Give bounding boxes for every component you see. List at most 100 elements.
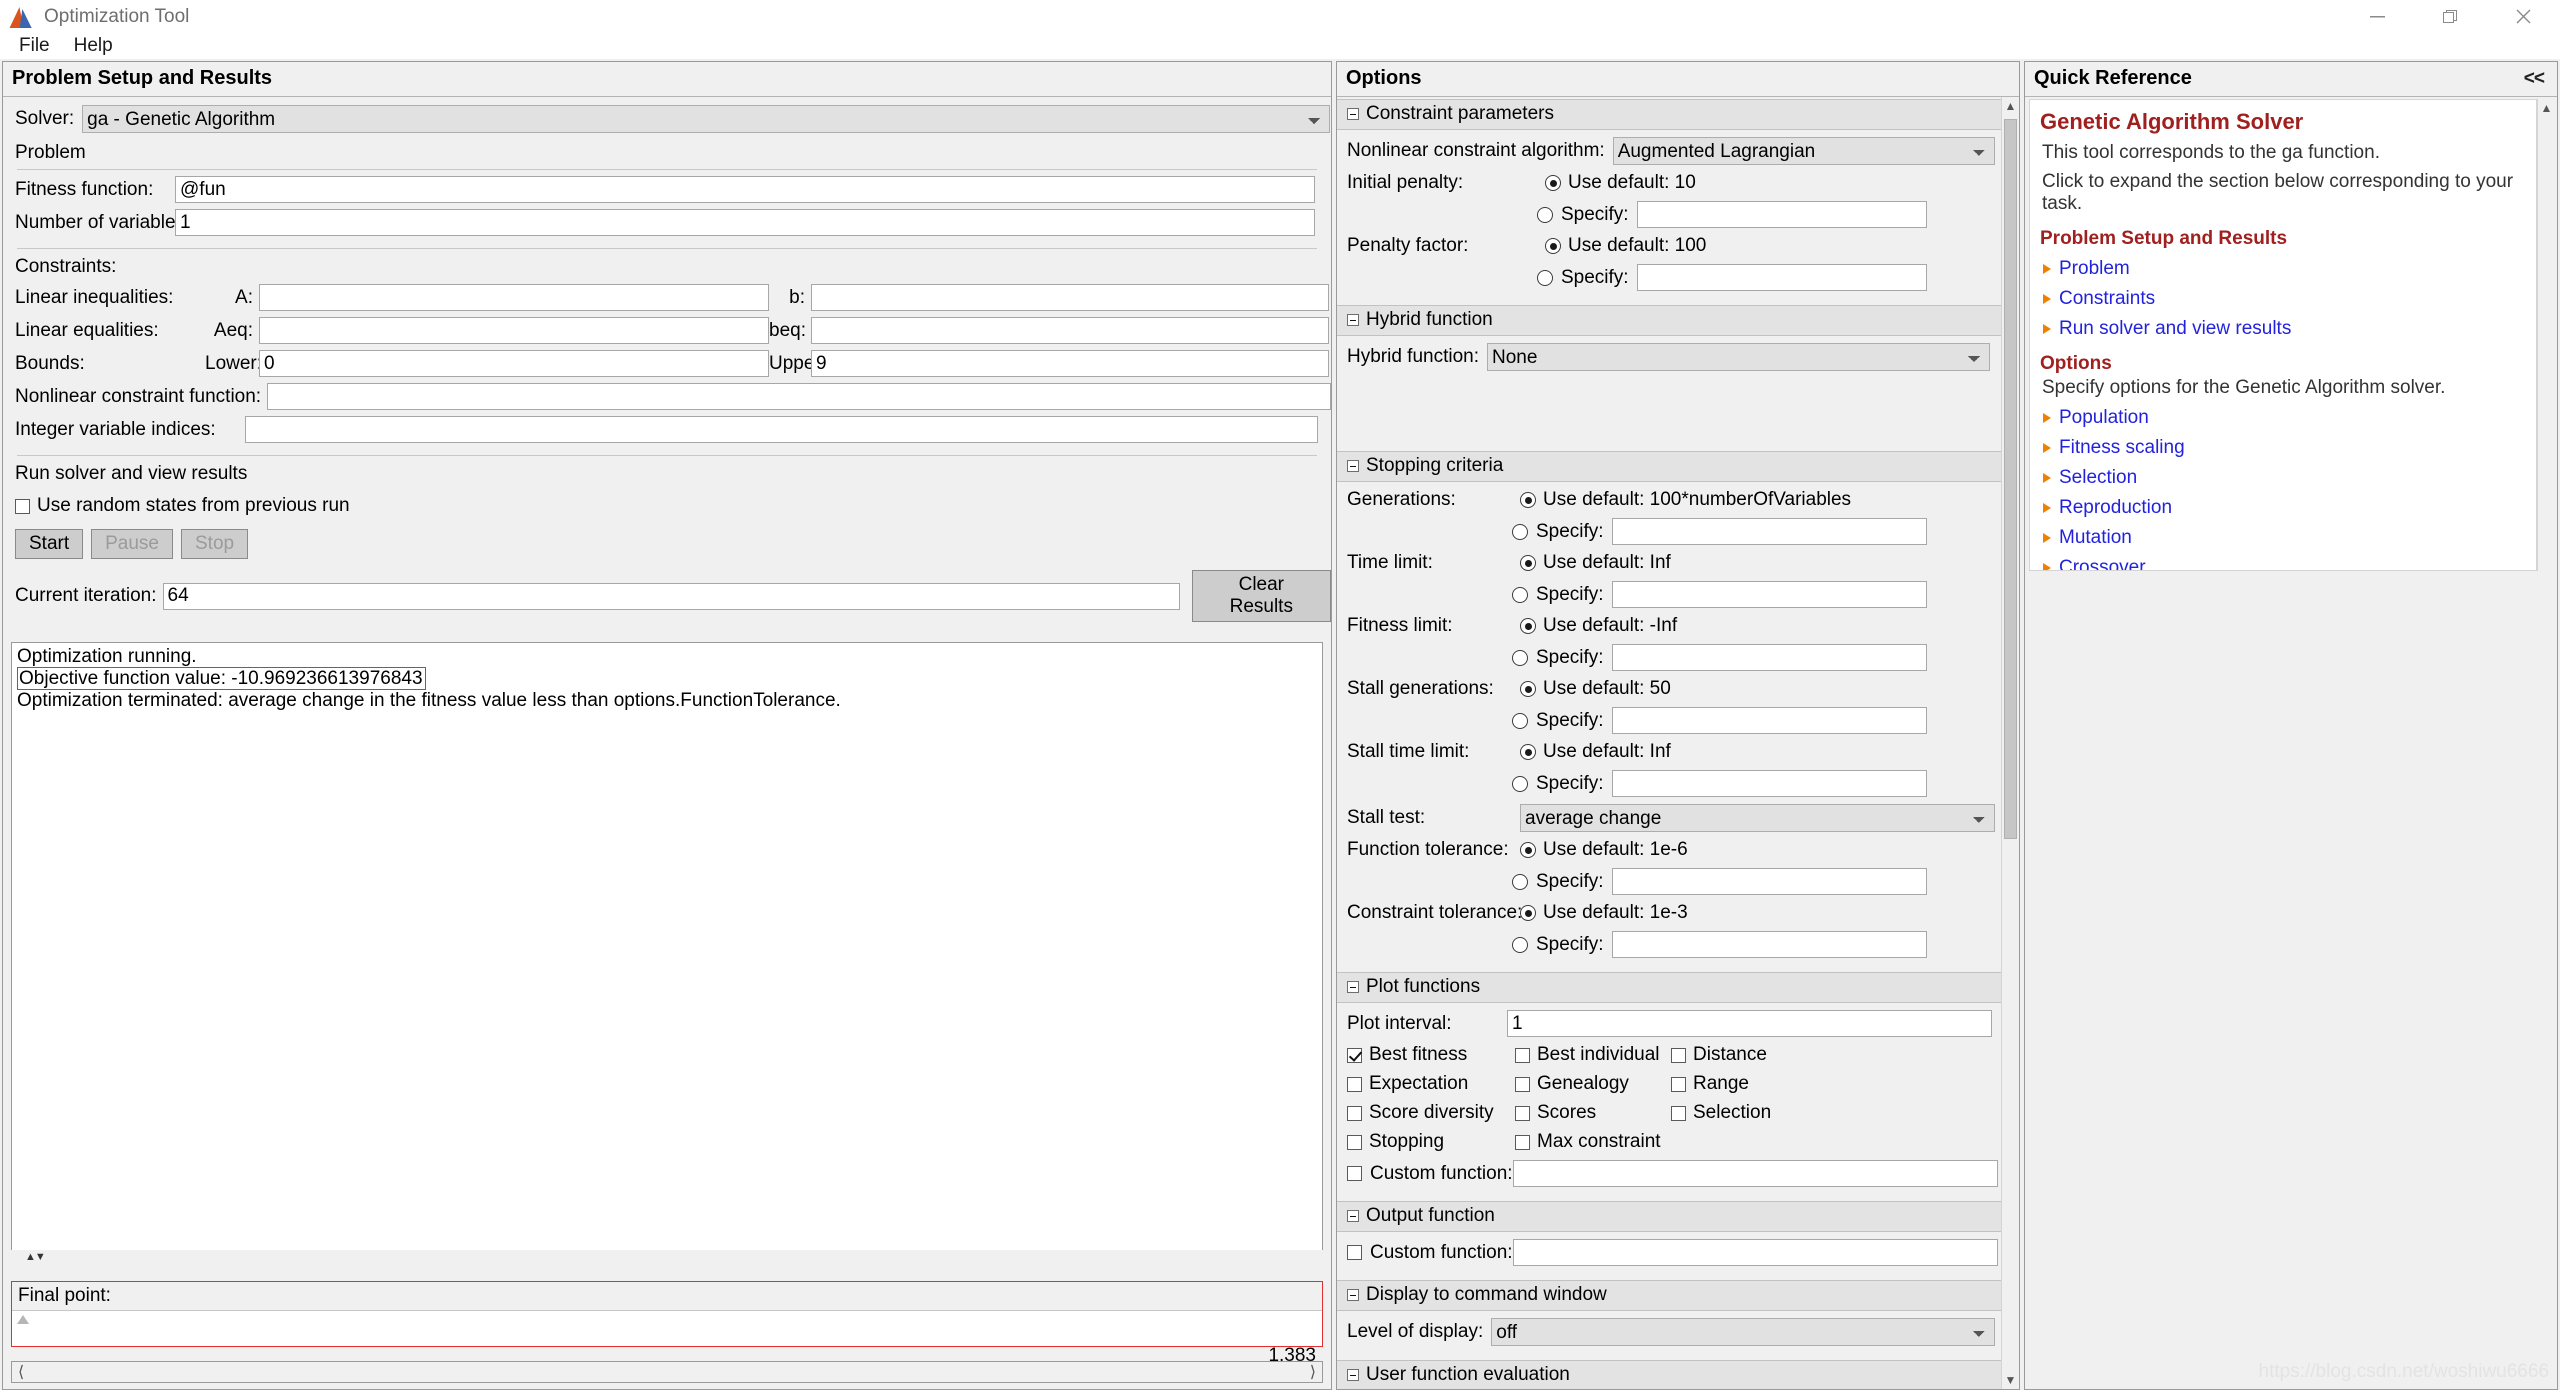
- qr-link-problem[interactable]: Problem: [2043, 258, 2536, 280]
- section-display-command-window[interactable]: Display to command window: [1337, 1280, 2001, 1311]
- range-checkbox[interactable]: [1671, 1076, 1686, 1092]
- nonlinear-constraint-algorithm-select[interactable]: Augmented Lagrangian: [1612, 137, 1995, 165]
- plot-custom-function-input[interactable]: [1513, 1160, 1998, 1187]
- initial-penalty-specify-input[interactable]: [1636, 201, 1927, 228]
- constraint-tolerance-default-radio-group[interactable]: Use default: 1e-3: [1520, 902, 1688, 924]
- distance-checkbox[interactable]: [1671, 1047, 1686, 1063]
- minimize-icon[interactable]: [2341, 0, 2414, 33]
- section-output-function[interactable]: Output function: [1337, 1201, 2001, 1232]
- initial-penalty-specify-radio[interactable]: [1537, 206, 1553, 223]
- qr-link-crossover[interactable]: Crossover: [2043, 557, 2536, 570]
- stall-time-limit-specify-radio[interactable]: [1512, 775, 1528, 792]
- penalty-factor-specify-input[interactable]: [1636, 264, 1927, 291]
- final-point-table[interactable]: 1.383: [12, 1310, 1322, 1366]
- fitness-limit-default-radio[interactable]: [1520, 618, 1536, 634]
- section-user-function-evaluation[interactable]: User function evaluation: [1337, 1360, 2001, 1389]
- plot-best-individual[interactable]: Best individual: [1515, 1044, 1663, 1066]
- stall-generations-default-radio-group[interactable]: Use default: 50: [1520, 678, 1671, 700]
- options-vertical-scrollbar[interactable]: ▲ ▼: [2001, 97, 2019, 1389]
- level-of-display-select[interactable]: off: [1491, 1318, 1996, 1346]
- collapse-icon[interactable]: [1347, 1210, 1359, 1222]
- stall-time-limit-specify-input[interactable]: [1611, 770, 1927, 797]
- initial-penalty-default-radio-group[interactable]: Use default: 10: [1545, 172, 1696, 194]
- collapse-icon[interactable]: [1347, 108, 1359, 120]
- function-tolerance-default-radio[interactable]: [1520, 842, 1536, 858]
- restore-icon[interactable]: [2414, 0, 2487, 33]
- stopping-checkbox[interactable]: [1347, 1134, 1362, 1150]
- output-custom-function-input[interactable]: [1513, 1239, 1998, 1266]
- collapse-icon[interactable]: [1347, 1369, 1359, 1381]
- scroll-left-arrow-icon[interactable]: ⟨: [18, 1362, 24, 1382]
- stall-generations-specify-input[interactable]: [1611, 707, 1927, 734]
- upper-bound-input[interactable]: [811, 350, 1329, 377]
- plot-stopping[interactable]: Stopping: [1347, 1131, 1507, 1153]
- plot-range[interactable]: Range: [1671, 1073, 1749, 1095]
- score-diversity-checkbox[interactable]: [1347, 1105, 1362, 1121]
- plot-custom-function-checkbox[interactable]: [1347, 1166, 1362, 1181]
- pane-splitter[interactable]: ▲▼: [3, 1250, 1331, 1263]
- plot-selection[interactable]: Selection: [1671, 1102, 1771, 1124]
- qr-link-constraints[interactable]: Constraints: [2043, 288, 2536, 310]
- qr-link-reproduction[interactable]: Reproduction: [2043, 497, 2536, 519]
- constraint-tolerance-specify-radio[interactable]: [1512, 936, 1528, 953]
- generations-default-radio[interactable]: [1520, 492, 1536, 508]
- options-scrollbar-thumb[interactable]: [2004, 119, 2017, 839]
- penalty-factor-specify-radio[interactable]: [1537, 269, 1553, 286]
- fitness-limit-specify-input[interactable]: [1611, 644, 1927, 671]
- generations-default-radio-group[interactable]: Use default: 100*numberOfVariables: [1520, 489, 1851, 511]
- random-states-checkbox[interactable]: [15, 498, 30, 514]
- lower-bound-input[interactable]: [259, 350, 769, 377]
- collapse-icon[interactable]: [1347, 460, 1359, 472]
- plot-expectation[interactable]: Expectation: [1347, 1073, 1507, 1095]
- section-hybrid-function[interactable]: Hybrid function: [1337, 305, 2001, 336]
- stall-generations-specify-radio[interactable]: [1512, 712, 1528, 729]
- penalty-factor-default-radio[interactable]: [1545, 238, 1561, 254]
- qr-link-selection[interactable]: Selection: [2043, 467, 2536, 489]
- plot-max-constraint[interactable]: Max constraint: [1515, 1131, 1661, 1153]
- random-states-row[interactable]: Use random states from previous run: [3, 495, 1331, 517]
- time-limit-default-radio[interactable]: [1520, 555, 1536, 571]
- scores-checkbox[interactable]: [1515, 1105, 1530, 1121]
- generations-specify-radio[interactable]: [1512, 523, 1528, 540]
- qr-link-fitness-scaling[interactable]: Fitness scaling: [2043, 437, 2536, 459]
- qr-link-run-solver[interactable]: Run solver and view results: [2043, 318, 2536, 340]
- plot-genealogy[interactable]: Genealogy: [1515, 1073, 1663, 1095]
- collapse-icon[interactable]: [1347, 1289, 1359, 1301]
- collapse-icon[interactable]: [1347, 314, 1359, 326]
- nonlinear-constraint-input[interactable]: [267, 383, 1331, 410]
- number-of-variables-input[interactable]: [175, 209, 1315, 236]
- collapse-icon[interactable]: [1347, 981, 1359, 993]
- expectation-checkbox[interactable]: [1347, 1076, 1362, 1092]
- section-plot-functions[interactable]: Plot functions: [1337, 972, 2001, 1003]
- output-custom-function-checkbox[interactable]: [1347, 1245, 1362, 1260]
- quick-reference-scrollbar[interactable]: ▲: [2537, 99, 2555, 571]
- current-iteration-input[interactable]: [162, 582, 1180, 610]
- integer-variable-input[interactable]: [245, 416, 1318, 443]
- qr-link-mutation[interactable]: Mutation: [2043, 527, 2536, 549]
- results-textarea[interactable]: Optimization running. Objective function…: [11, 642, 1323, 1254]
- constraint-tolerance-specify-input[interactable]: [1611, 931, 1927, 958]
- b-input[interactable]: [811, 284, 1329, 311]
- stall-test-select[interactable]: average change: [1520, 804, 1995, 832]
- fitness-limit-specify-radio[interactable]: [1512, 649, 1528, 666]
- stall-time-limit-default-radio-group[interactable]: Use default: Inf: [1520, 741, 1671, 763]
- section-stopping-criteria[interactable]: Stopping criteria: [1337, 451, 2001, 482]
- plot-score-diversity[interactable]: Score diversity: [1347, 1102, 1507, 1124]
- solver-select[interactable]: ga - Genetic Algorithm: [82, 105, 1331, 133]
- scroll-up-arrow-icon[interactable]: ▲: [2538, 99, 2555, 117]
- menu-file[interactable]: File: [7, 33, 62, 59]
- plot-distance[interactable]: Distance: [1671, 1044, 1767, 1066]
- fitness-limit-default-radio-group[interactable]: Use default: -Inf: [1520, 615, 1677, 637]
- scroll-down-arrow-icon[interactable]: ▼: [2002, 1371, 2019, 1389]
- collapse-quick-reference-button[interactable]: <<: [2524, 68, 2548, 90]
- scroll-right-arrow-icon[interactable]: ⟩: [1310, 1362, 1316, 1382]
- stall-time-limit-default-radio[interactable]: [1520, 744, 1536, 760]
- section-constraint-parameters[interactable]: Constraint parameters: [1337, 99, 2001, 130]
- function-tolerance-specify-radio[interactable]: [1512, 873, 1528, 890]
- A-input[interactable]: [259, 284, 769, 311]
- function-tolerance-specify-input[interactable]: [1611, 868, 1927, 895]
- start-button[interactable]: Start: [15, 529, 84, 559]
- stall-generations-default-radio[interactable]: [1520, 681, 1536, 697]
- time-limit-specify-input[interactable]: [1611, 581, 1927, 608]
- plot-best-fitness[interactable]: Best fitness: [1347, 1044, 1507, 1066]
